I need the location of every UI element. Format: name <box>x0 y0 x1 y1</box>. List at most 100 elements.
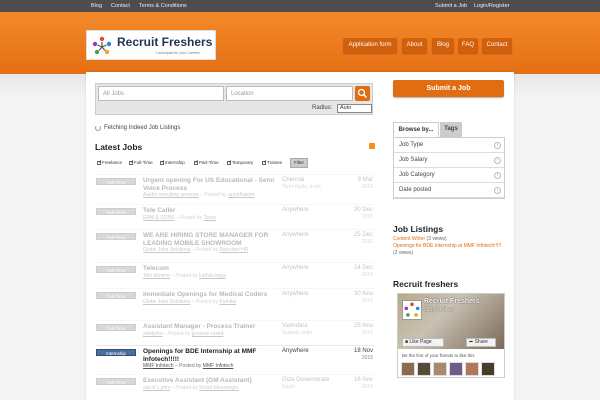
topbar-contact-link[interactable]: Contact <box>111 3 130 9</box>
friend-avatar[interactable] <box>449 362 463 376</box>
nav-about[interactable]: About <box>402 38 427 53</box>
browse-item-job-type[interactable]: Job Type › <box>394 138 504 153</box>
job-row[interactable]: Full-Time Tele Caller ERM & SONS – Posted … <box>95 204 375 227</box>
search-button[interactable] <box>355 86 370 101</box>
friend-avatar[interactable] <box>465 362 479 376</box>
tab-browse-by[interactable]: Browse by... <box>393 122 439 137</box>
job-row[interactable]: Full-Time Telecom Tele domine – Posted by … <box>95 262 375 285</box>
date-day: 18 Nov <box>353 348 373 354</box>
filter-temporary[interactable]: Temporary <box>227 159 253 165</box>
facebook-cover-image: Recruit Freshers 280,871 likes ■ Like Pa… <box>398 294 504 349</box>
company-link[interactable]: solidjobs <box>143 331 162 337</box>
company-link[interactable]: MMF Infotech <box>143 363 174 369</box>
company-link[interactable]: Tele domine <box>143 273 170 279</box>
job-title-link[interactable]: Immediate Openings for Medical Coders <box>143 291 279 299</box>
friend-avatar[interactable] <box>481 362 495 376</box>
location-primary: Anywhere <box>282 291 309 297</box>
poster-link[interactable]: aruddhakmt <box>228 192 254 198</box>
job-location: Giza Governorate Egypt <box>282 377 332 391</box>
job-meta: Aashir recruiting services – Posted by a… <box>143 192 255 198</box>
nav-blog[interactable]: Blog <box>432 38 454 53</box>
job-row[interactable]: Full-Time Immediate Openings for Medical … <box>95 288 375 311</box>
poster-link[interactable]: Tarun <box>204 215 217 221</box>
job-title-link[interactable]: Openings for BDE Internship at MMF Infot… <box>143 348 279 363</box>
rss-icon[interactable] <box>369 143 375 149</box>
job-title-link[interactable]: Tele Caller <box>143 207 279 215</box>
browse-item-date-posted[interactable]: Date posted › <box>394 183 504 198</box>
facebook-page-name[interactable]: Recruit Freshers <box>424 298 480 305</box>
job-row[interactable]: Full-Time Assistant Manager - Process Tra… <box>95 320 375 343</box>
browse-item-job-salary[interactable]: Job Salary › <box>394 153 504 168</box>
facebook-share-button[interactable]: ➦ Share <box>466 338 496 347</box>
company-link[interactable]: Globe Jobs Solutions <box>143 247 190 253</box>
job-date: 18 Nov 2015 <box>335 348 373 362</box>
topbar-blog-link[interactable]: Blog <box>91 3 102 9</box>
nav-application-form[interactable]: Application form <box>343 38 397 53</box>
filter-internship[interactable]: Internship <box>160 159 185 165</box>
submit-job-button[interactable]: Submit a Job <box>393 80 504 97</box>
chevron-right-icon: › <box>494 187 501 194</box>
filter-trainee[interactable]: Trainee <box>262 159 282 165</box>
checkbox-icon <box>97 159 102 165</box>
job-location: Chennai Tamil Nadu, India <box>282 177 332 191</box>
tab-tags[interactable]: Tags <box>440 122 462 137</box>
poster-link[interactable]: gcoman rozed <box>192 331 224 337</box>
job-title-link[interactable]: Telecom <box>143 265 279 273</box>
friend-avatar[interactable] <box>433 362 447 376</box>
topbar-login-link[interactable]: Login/Register <box>474 3 509 9</box>
job-row[interactable]: Full-Time Urgent opening For US Education… <box>95 174 375 198</box>
job-type-badge: Full-Time <box>96 266 136 273</box>
nav-faq[interactable]: FAQ <box>458 38 478 53</box>
company-link[interactable]: Globe Jobs Solutions <box>143 299 190 305</box>
poster-link[interactable]: Kathika <box>219 299 236 305</box>
job-location: Anywhere <box>282 232 332 239</box>
posted-by-label: Posted by <box>204 192 227 198</box>
job-location: Anywhere <box>282 348 332 355</box>
poster-link[interactable]: MMF Infotech <box>203 363 234 369</box>
filter-freelance[interactable]: Freelance <box>97 159 122 165</box>
topbar-submit-job-link[interactable]: Submit a Job <box>435 3 467 9</box>
job-title-link[interactable]: Urgent opening For US Educational - Semi… <box>143 177 279 192</box>
job-search-input[interactable]: All Jobs <box>98 86 224 101</box>
facebook-page-avatar[interactable] <box>402 300 422 320</box>
listing-link-content-writer[interactable]: Content Writer (3 views) <box>393 236 447 242</box>
job-row[interactable]: Internship Openings for BDE Internship at… <box>95 345 375 369</box>
location-secondary: Gujarat, India <box>282 330 313 336</box>
location-primary: Anywhere <box>282 265 309 271</box>
job-title-link[interactable]: Executive Assistant (GM Assistant) <box>143 377 279 385</box>
radius-select[interactable]: Auto <box>337 104 372 113</box>
poster-link[interactable]: Recruiter HR <box>219 247 248 253</box>
friend-avatar[interactable] <box>417 362 431 376</box>
location-input[interactable]: Location <box>226 86 353 101</box>
date-year: 2015 <box>361 214 373 220</box>
nav-contact[interactable]: Contact <box>482 38 512 53</box>
filter-button[interactable]: Filter <box>290 158 308 168</box>
facebook-like-button[interactable]: ■ Like Page <box>402 338 444 347</box>
date-year: 2015 <box>361 239 373 245</box>
filter-part-time[interactable]: Part-Time <box>194 159 219 165</box>
job-title-link[interactable]: Assistant Manager - Process Trainer <box>143 323 279 331</box>
friend-avatar[interactable] <box>401 362 415 376</box>
poster-link[interactable]: Smart Messenger <box>199 385 238 391</box>
job-row[interactable]: Full-Time Executive Assistant (GM Assista… <box>95 374 375 397</box>
posted-by-label: Posted by <box>195 299 219 305</box>
topbar-terms-link[interactable]: Terms & Conditions <box>139 3 187 9</box>
job-row[interactable]: Full-Time WE ARE HIRING STORE MANAGER FOR… <box>95 229 375 253</box>
job-type-badge: Full-Time <box>96 208 136 215</box>
date-year: 2015 <box>361 384 373 390</box>
job-date: 16 Nov 2015 <box>335 377 373 391</box>
listing-views: (2 views) <box>393 250 414 256</box>
site-logo[interactable]: Recruit Freshers Launchpad for your Care… <box>86 30 216 60</box>
listing-link-bde-internship[interactable]: Openings for BDE Internship at MMF Infot… <box>393 243 501 249</box>
fetching-status: Fetching Indeed Job Listings <box>104 125 181 131</box>
poster-link[interactable]: kathila teiga <box>199 273 226 279</box>
company-link[interactable]: out of c jobs <box>143 385 170 391</box>
job-date: 30 Dec 2015 <box>335 207 373 221</box>
company-link[interactable]: Aashir recruiting services <box>143 192 199 198</box>
browse-item-job-category[interactable]: Job Category › <box>394 168 504 183</box>
like-label: Like Page <box>409 339 432 345</box>
company-link[interactable]: ERM & SONS <box>143 215 174 221</box>
chevron-right-icon: › <box>494 172 501 179</box>
job-title-link[interactable]: WE ARE HIRING STORE MANAGER FOR LEADING … <box>143 232 279 247</box>
filter-full-time[interactable]: Full-Time <box>129 159 153 165</box>
